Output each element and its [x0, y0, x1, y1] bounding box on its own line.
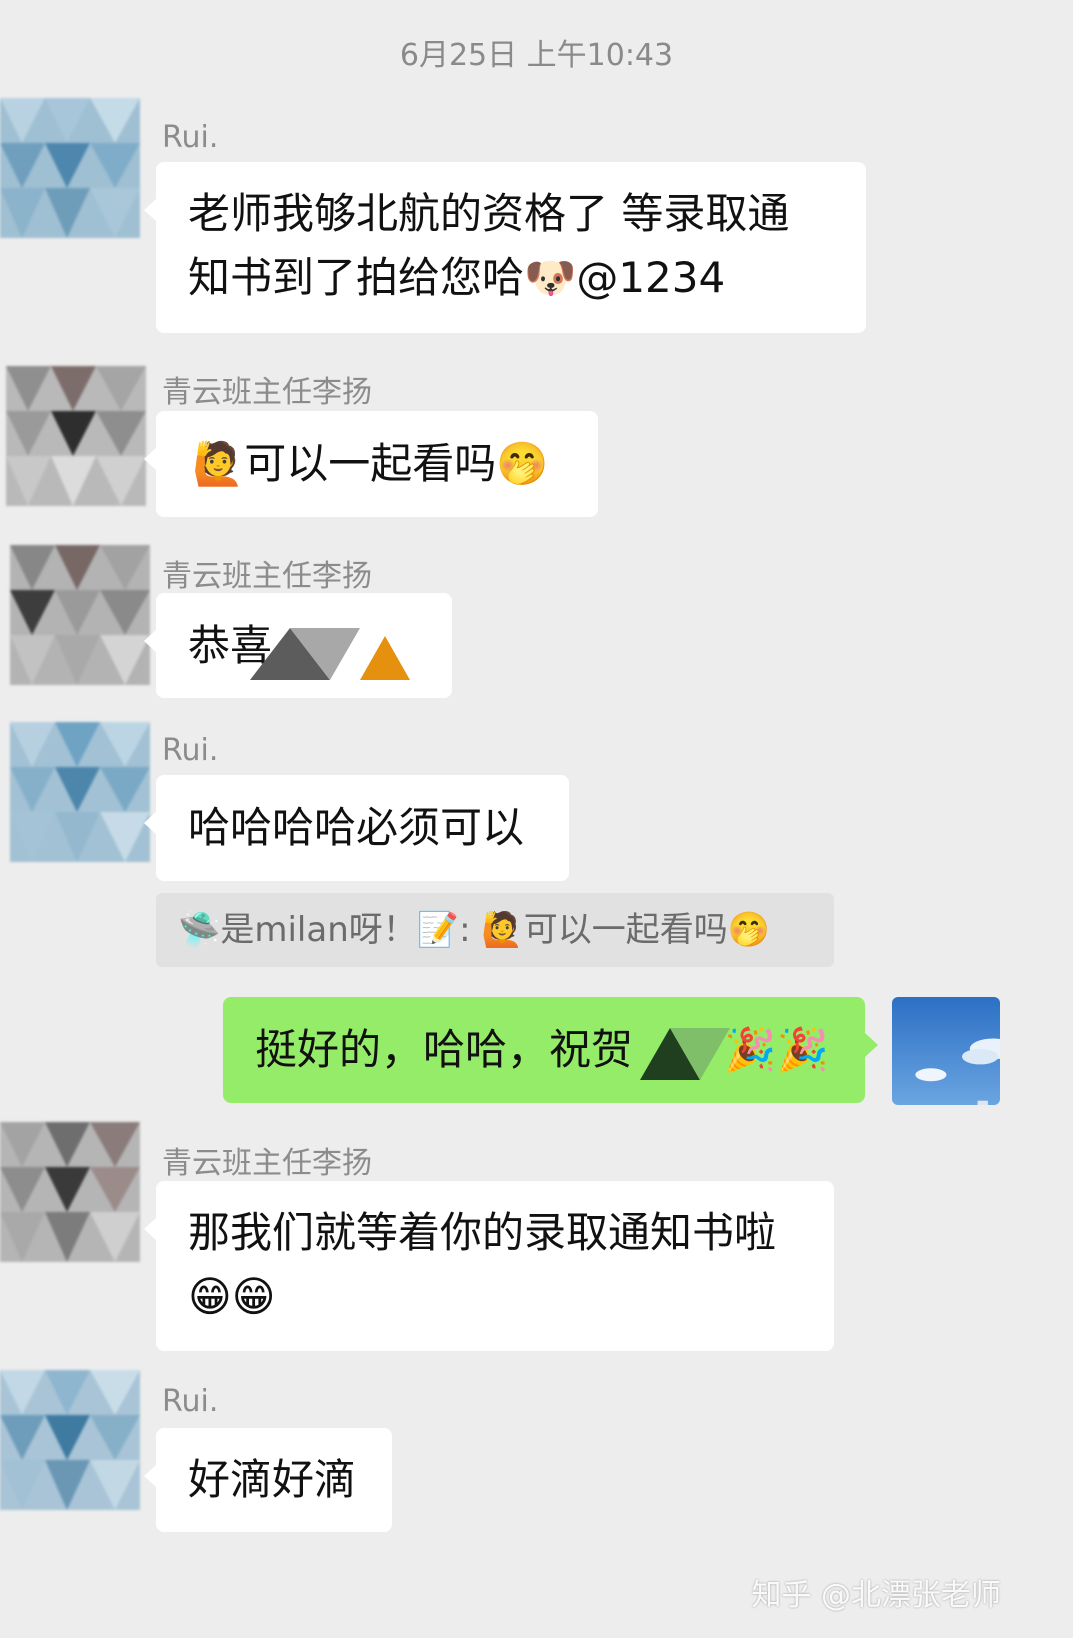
chat-timestamp: 6月25日 上午10:43	[399, 38, 674, 73]
message-text-line: 知书到了拍给您哈🐶@1234	[188, 246, 834, 310]
sender-name: Rui.	[162, 733, 219, 768]
avatar-rui[interactable]	[10, 722, 150, 862]
message-text: 哈哈哈哈必须可以	[188, 803, 525, 852]
message-bubble[interactable]: 哈哈哈哈必须可以	[144, 775, 569, 881]
message-bubble[interactable]: 🙋可以一起看吗🤭	[144, 411, 598, 517]
watermark: 知乎 @北漂张老师	[751, 1578, 1001, 1613]
bubble-tail	[144, 629, 157, 653]
avatar-rui[interactable]	[0, 1370, 140, 1510]
avatar-teacher[interactable]	[6, 366, 146, 506]
sender-name: Rui.	[162, 120, 219, 155]
avatar-rui[interactable]	[0, 98, 140, 238]
message-text: 挺好的，哈哈，祝贺	[255, 1025, 634, 1074]
hand-over-mouth-icon: 🤭	[496, 439, 549, 488]
message-text: 那我们就等着你的录取通知书啦	[188, 1208, 777, 1257]
avatar-me[interactable]	[892, 997, 1000, 1105]
redaction-mosaic	[640, 1028, 730, 1080]
bubble-tail	[144, 1217, 157, 1241]
sender-name: 青云班主任李扬	[162, 1146, 372, 1181]
message-text-line: 老师我够北航的资格了 等录取通	[188, 189, 790, 238]
ufo-icon: 🛸	[178, 910, 221, 950]
party-popper-icon: 🎉🎉	[724, 1025, 829, 1074]
memo-icon: 📝	[416, 910, 460, 950]
message-text: 好滴好滴	[188, 1455, 357, 1504]
quote-text: 可以一起看吗	[523, 910, 728, 950]
grinning-face-icon: 😁😁	[188, 1272, 276, 1321]
doge-icon: 🐶	[524, 253, 577, 302]
sender-name: Rui.	[162, 1384, 219, 1419]
bubble-tail	[865, 1033, 878, 1057]
bubble-tail	[144, 447, 157, 471]
sent-message-bubble[interactable]: 挺好的，哈哈，祝贺 🎉🎉	[223, 997, 878, 1103]
bubble-tail	[144, 198, 157, 222]
sender-name: 青云班主任李扬	[162, 559, 372, 594]
message-bubble[interactable]: 那我们就等着你的录取通知书啦 😁😁	[144, 1181, 834, 1351]
message-bubble[interactable]: 好滴好滴	[144, 1428, 392, 1532]
sender-name: 青云班主任李扬	[162, 375, 372, 410]
message-bubble[interactable]: 老师我够北航的资格了 等录取通 知书到了拍给您哈🐶@1234	[144, 162, 866, 333]
quoted-message[interactable]: 🛸是milan呀！📝: 🙋可以一起看吗🤭	[156, 893, 834, 967]
quote-separator: :	[459, 910, 471, 950]
message-text: 知书到了拍给您哈	[188, 253, 525, 302]
bubble-tail	[144, 811, 157, 835]
raising-hand-icon: 🙋	[192, 439, 245, 488]
hand-over-mouth-icon: 🤭	[727, 910, 771, 950]
message-mention: @1234	[576, 253, 726, 302]
quote-author: 是milan呀！	[220, 910, 417, 950]
bubble-tail	[144, 1464, 157, 1488]
raising-hand-icon: 🙋	[481, 910, 524, 950]
avatar-teacher[interactable]	[0, 1122, 140, 1262]
redaction-mosaic	[250, 628, 410, 680]
message-text: 可以一起看吗	[244, 439, 497, 488]
avatar-teacher[interactable]	[10, 545, 150, 685]
